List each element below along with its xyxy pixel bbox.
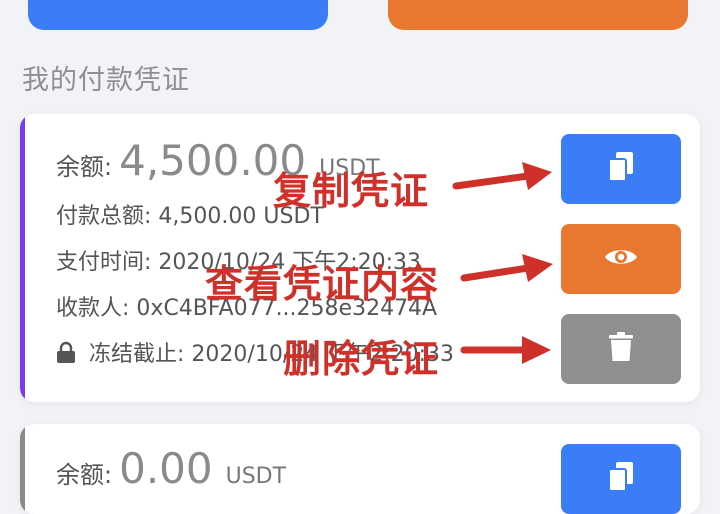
view-voucher-button[interactable] xyxy=(561,224,681,294)
lock-icon xyxy=(56,341,76,369)
balance-amount: 0.00 xyxy=(119,444,213,493)
copy-icon xyxy=(607,151,635,187)
copy-icon xyxy=(607,461,635,497)
arrow-icon xyxy=(452,162,552,190)
copy-voucher-button[interactable] xyxy=(561,134,681,204)
delete-voucher-button[interactable] xyxy=(561,314,681,384)
arrow-icon xyxy=(460,336,551,364)
annotation-delete: 删除凭证 xyxy=(283,337,440,381)
card-accent-bar xyxy=(20,424,25,514)
annotation-copy: 复制凭证 xyxy=(273,169,430,213)
trash-icon xyxy=(609,332,633,366)
freeze-label: 冻结截止: xyxy=(89,342,185,367)
payee-label: 收款人: xyxy=(56,296,130,321)
balance-label: 余额: xyxy=(56,461,113,489)
total-label: 付款总额: xyxy=(56,204,152,229)
card-accent-bar xyxy=(20,114,25,402)
annotation-view: 查看凭证内容 xyxy=(205,262,440,306)
copy-voucher-button[interactable] xyxy=(561,444,681,514)
top-blue-button[interactable] xyxy=(28,0,328,30)
voucher-card: 余额: 0.00 USDT xyxy=(20,424,700,514)
balance-label: 余额: xyxy=(56,153,113,181)
eye-icon xyxy=(604,246,638,272)
top-orange-button[interactable] xyxy=(388,0,688,30)
balance-unit: USDT xyxy=(225,464,287,489)
time-label: 支付时间: xyxy=(56,250,152,275)
balance-row: 余额: 0.00 USDT xyxy=(56,444,286,493)
section-title: 我的付款凭证 xyxy=(22,65,190,96)
arrow-icon xyxy=(460,254,553,282)
